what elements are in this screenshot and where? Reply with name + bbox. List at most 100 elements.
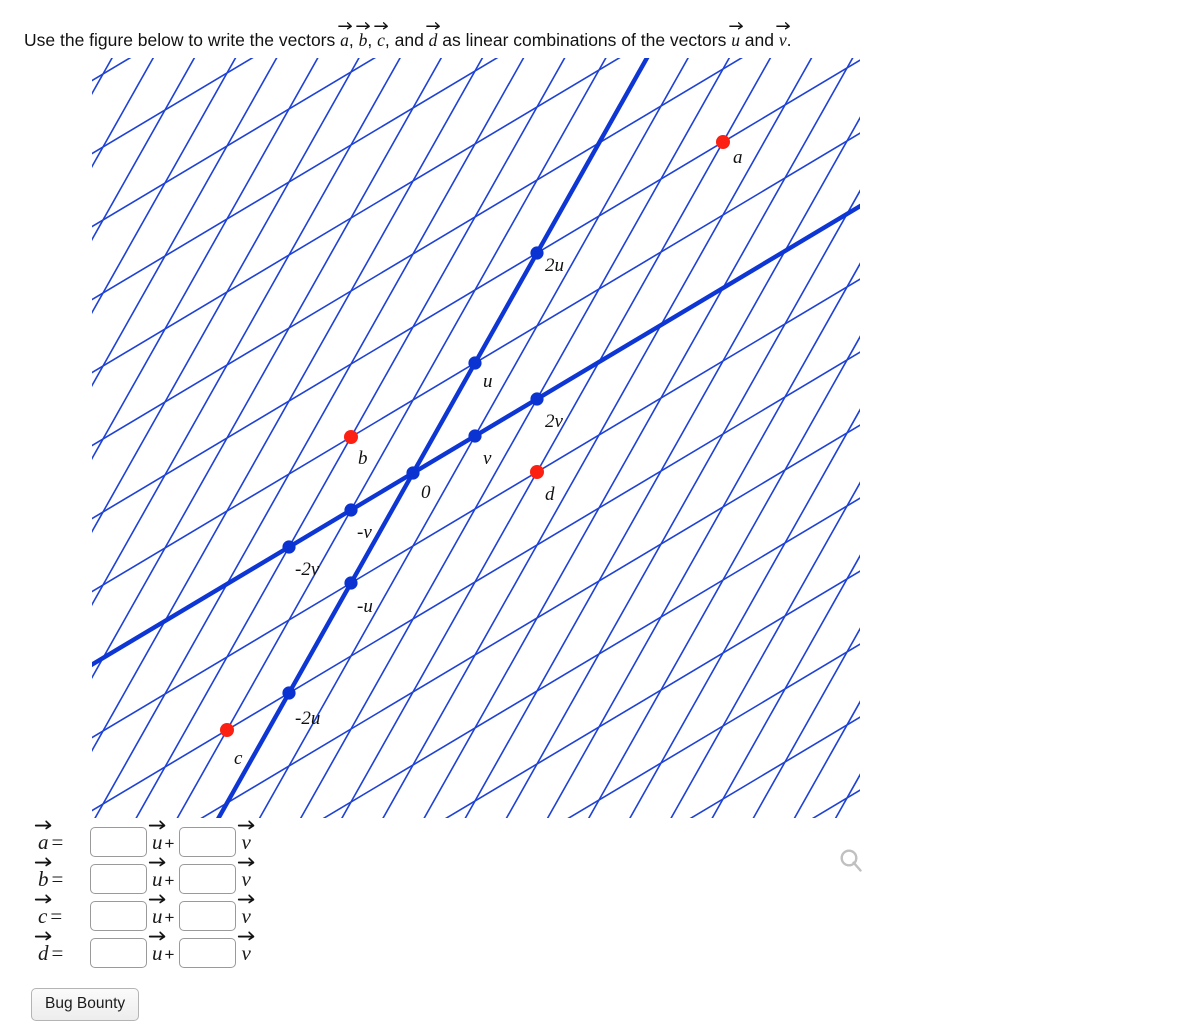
prompt-text-2: as linear combinations of the vectors [437, 30, 732, 50]
bug-bounty-button[interactable]: Bug Bounty [31, 988, 140, 1021]
vector-u-symbol: u [728, 22, 743, 51]
vector-b-symbol-letter: b [38, 866, 49, 891]
grid-line-v-family [92, 58, 254, 155]
lattice-point-neg-u [344, 576, 358, 590]
grid-line-u-family [670, 481, 860, 818]
vector-a-symbol: a [337, 22, 352, 51]
v-term-label-c: v [236, 894, 255, 929]
answer-label-d: d = [28, 931, 90, 966]
grid-line-v-family [92, 58, 499, 301]
answer-label-c: c = [28, 894, 90, 929]
grid-line-u-family [793, 700, 860, 818]
equals-sign: = [50, 903, 63, 928]
grid-line-u-family [299, 58, 731, 818]
point-markers [220, 135, 730, 737]
vector-u-symbol-a-letter: u [152, 829, 163, 854]
coefficient-u-input-a[interactable] [90, 827, 147, 857]
grid-line-u-family [834, 773, 860, 818]
figure-label-origin: 0 [421, 482, 431, 503]
grid-line-u-family [711, 554, 860, 818]
grid-line-v-family [0, 52, 900, 595]
grid-line-v-family [92, 58, 132, 82]
vector-b-letter: b [358, 30, 368, 50]
arrow-icon [775, 20, 790, 30]
page-title: Use the figure below to write the vector… [24, 22, 792, 51]
figure-label-v: v [483, 448, 492, 469]
vector-u-symbol-b: u [149, 857, 166, 892]
lattice-point-u [468, 356, 482, 370]
grid-line-u-family [464, 116, 860, 818]
lattice-point-neg-two-u [282, 686, 296, 700]
unknown-point-d [530, 465, 544, 479]
unknown-point-b [344, 430, 358, 444]
unknown-point-a [716, 135, 730, 149]
grid-line-u-family [92, 58, 484, 753]
vector-d-letter: d [428, 30, 438, 50]
figure-label-neg-u: -u [357, 596, 373, 617]
arrow-icon [356, 20, 370, 30]
answer-label-a: a = [28, 820, 90, 855]
vector-d-symbol-letter: d [38, 940, 49, 965]
grid-line-u-family [135, 58, 566, 818]
grid-lines [0, 52, 900, 827]
prompt-sep-2: , [367, 30, 378, 50]
v-term-label-d: v [236, 931, 255, 966]
axis-line-v [92, 203, 860, 668]
coefficient-v-input-b[interactable] [179, 864, 237, 894]
u-term-label-d: u + [147, 931, 179, 966]
coefficient-u-input-b[interactable] [90, 864, 147, 894]
answer-row-b: b = u + v [28, 857, 358, 897]
answer-row-c: c = u + v [28, 894, 358, 934]
vector-v-symbol-d: v [237, 931, 255, 966]
vector-u-symbol-b-letter: u [152, 866, 163, 891]
axis-line-u [216, 58, 650, 818]
prompt-sep-3: , and [384, 30, 429, 50]
vector-u-symbol-a: u [149, 820, 166, 855]
equals-sign: = [51, 829, 64, 854]
grid-line-u-family [92, 58, 443, 680]
coefficient-v-input-d[interactable] [179, 938, 237, 968]
grid-line-u-family [341, 58, 772, 818]
vector-a-symbol: a [35, 820, 52, 855]
grid-line-u-family [546, 262, 860, 818]
grid-line-v-family [322, 497, 860, 818]
vector-v-symbol-a: v [237, 820, 255, 855]
lattice-point-neg-v [344, 503, 358, 517]
vector-v-letter: v [778, 30, 787, 50]
figure-label-two-v: 2v [545, 411, 563, 432]
vector-c-symbol: c [34, 894, 51, 929]
grid-line-u-family [92, 58, 319, 461]
answer-form: a = u + v b = u + v c = u + v d = u + v [28, 820, 358, 972]
figure-label-a: a [733, 147, 743, 168]
coefficient-u-input-d[interactable] [90, 938, 147, 968]
vector-u-symbol-d-letter: u [152, 940, 163, 965]
grid-line-u-family [92, 58, 360, 534]
grid-line-v-family [444, 570, 860, 818]
vector-v-symbol-c-letter: v [241, 903, 251, 928]
vector-c-symbol: c [374, 22, 388, 51]
vector-v-symbol: v [775, 22, 790, 51]
lattice-svg [0, 52, 900, 827]
figure-label-u: u [483, 371, 493, 392]
grid-line-u-family [94, 58, 525, 818]
vector-c-symbol-letter: c [38, 903, 48, 928]
vector-u-symbol-d: u [149, 931, 166, 966]
figure-label-b: b [358, 448, 368, 469]
plus-sign: + [164, 907, 175, 927]
grid-line-u-family [382, 58, 813, 818]
prompt-sep-4: and [739, 30, 779, 50]
figure-label-neg-two-v: -2v [295, 559, 320, 580]
desmos-watermark-icon [838, 847, 864, 873]
answer-row-a: a = u + v [28, 820, 358, 860]
grid-line-u-family [752, 627, 860, 818]
v-term-label-b: v [236, 857, 255, 892]
unknown-point-c [220, 723, 234, 737]
coefficient-v-input-c[interactable] [179, 901, 237, 931]
coefficient-v-input-a[interactable] [179, 827, 237, 857]
u-term-label-c: u + [147, 894, 179, 929]
figure-label-neg-v: -v [357, 522, 372, 543]
grid-line-v-family [0, 241, 900, 827]
figure-label-two-u: 2u [545, 255, 564, 276]
coefficient-u-input-c[interactable] [90, 901, 147, 931]
vector-v-symbol-c: v [237, 894, 255, 929]
